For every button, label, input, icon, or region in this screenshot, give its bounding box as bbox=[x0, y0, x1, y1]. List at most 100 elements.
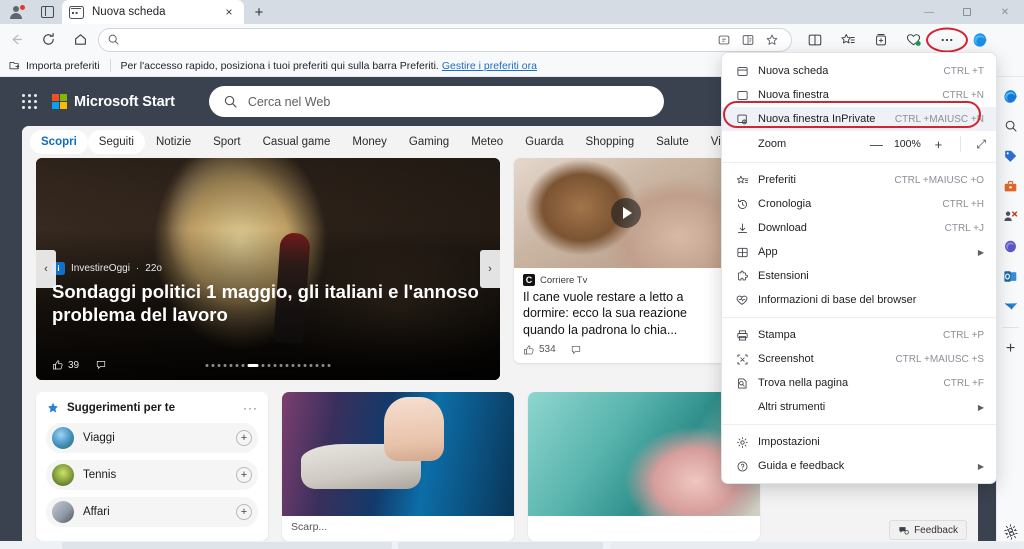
tab-notizie[interactable]: Notizie bbox=[145, 130, 202, 154]
manage-favorites-link[interactable]: Gestire i preferiti ora bbox=[442, 60, 537, 72]
menu-item-history[interactable]: Cronologia CTRL +H bbox=[722, 192, 996, 216]
feedback-button[interactable]: Feedback bbox=[889, 520, 967, 540]
thumbs-up-icon bbox=[523, 344, 535, 356]
web-search-box[interactable]: Cerca nel Web bbox=[209, 86, 664, 117]
split-view-button[interactable] bbox=[737, 30, 759, 50]
video-thumbnail[interactable] bbox=[514, 158, 738, 268]
video-card-body: C Corriere Tv Il cane vuole restare a le… bbox=[514, 268, 738, 363]
favorites-button[interactable] bbox=[831, 26, 864, 54]
tab-meteo[interactable]: Meteo bbox=[460, 130, 514, 154]
back-button[interactable] bbox=[0, 26, 32, 54]
sidebar-item-games[interactable] bbox=[997, 291, 1024, 321]
import-favorites-button[interactable]: Importa preferiti bbox=[8, 59, 100, 72]
menu-item-new-inprivate-window[interactable]: Nuova finestra InPrivate CTRL +MAIUSC +N bbox=[722, 107, 996, 131]
menu-item-browser-essentials[interactable]: Informazioni di base del browser bbox=[722, 288, 996, 312]
copilot-toolbar-button[interactable] bbox=[963, 26, 996, 54]
menu-item-new-window[interactable]: Nuova finestra CTRL +N bbox=[722, 83, 996, 107]
web-search-input[interactable]: Cerca nel Web bbox=[248, 95, 330, 109]
video-like-button[interactable]: 534 bbox=[523, 344, 556, 356]
tab-gaming[interactable]: Gaming bbox=[398, 130, 460, 154]
navigation-toolbar bbox=[0, 24, 1024, 55]
add-suggestion-button[interactable]: + bbox=[236, 504, 252, 520]
shopping-ad-card[interactable]: Scarp... bbox=[282, 392, 514, 541]
browser-tab[interactable]: Nuova scheda × bbox=[62, 0, 244, 24]
home-button[interactable] bbox=[64, 26, 96, 54]
list-item[interactable]: Affari + bbox=[46, 497, 258, 527]
browser-essentials-button[interactable] bbox=[897, 26, 930, 54]
menu-item-more-tools[interactable]: Altri strumenti ▶ bbox=[722, 395, 996, 419]
tab-sport[interactable]: Sport bbox=[202, 130, 252, 154]
tab-scopri[interactable]: Scopri bbox=[30, 130, 88, 154]
add-suggestion-button[interactable]: + bbox=[236, 430, 252, 446]
restore-button[interactable] bbox=[948, 0, 986, 24]
menu-item-help-feedback[interactable]: Guida e feedback ▶ bbox=[722, 454, 996, 478]
menu-item-label: Screenshot bbox=[752, 353, 895, 365]
tab-search-button[interactable] bbox=[32, 0, 62, 24]
avatar bbox=[52, 501, 74, 523]
settings-and-more-button[interactable] bbox=[930, 26, 963, 54]
sidebar-add-button[interactable]: + bbox=[997, 334, 1024, 364]
taskbar-window-3 bbox=[610, 542, 1024, 549]
menu-item-downloads[interactable]: Download CTRL +J bbox=[722, 216, 996, 240]
add-suggestion-button[interactable]: + bbox=[236, 467, 252, 483]
hero-like-button[interactable]: 39 bbox=[52, 359, 79, 371]
suggestions-more-button[interactable]: ··· bbox=[243, 401, 258, 415]
close-tab-button[interactable]: × bbox=[221, 4, 237, 20]
profile-button[interactable] bbox=[0, 0, 32, 24]
back-arrow-icon bbox=[9, 32, 24, 47]
video-comment-button[interactable] bbox=[570, 344, 582, 356]
add-favorite-button[interactable] bbox=[761, 30, 783, 50]
print-icon bbox=[732, 329, 752, 342]
hero-next-button[interactable]: › bbox=[480, 250, 500, 288]
menu-item-print[interactable]: Stampa CTRL +P bbox=[722, 323, 996, 347]
tab-salute[interactable]: Salute bbox=[645, 130, 700, 154]
hero-headline[interactable]: Sondaggi politici 1 maggio, gli italiani… bbox=[52, 280, 482, 326]
sidebar-item-copilot[interactable] bbox=[997, 81, 1024, 111]
tab-guarda[interactable]: Guarda bbox=[514, 130, 574, 154]
hero-article-card[interactable]: i InvestireOggi · 22o Sondaggi politici … bbox=[36, 158, 500, 380]
zoom-in-button[interactable]: + bbox=[931, 138, 945, 151]
menu-item-settings[interactable]: Impostazioni bbox=[722, 430, 996, 454]
tab-shopping[interactable]: Shopping bbox=[575, 130, 646, 154]
hero-comment-button[interactable] bbox=[95, 359, 107, 371]
collections-button[interactable] bbox=[864, 26, 897, 54]
menu-item-label: Impostazioni bbox=[752, 436, 984, 448]
sidebar-item-search[interactable] bbox=[997, 111, 1024, 141]
hero-carousel-dots[interactable] bbox=[200, 361, 337, 370]
menu-item-apps[interactable]: App ▶ bbox=[722, 240, 996, 264]
minimize-button[interactable]: — bbox=[910, 0, 948, 24]
read-aloud-button[interactable] bbox=[713, 30, 735, 50]
divider bbox=[722, 162, 996, 163]
sidebar-item-shopping[interactable] bbox=[997, 141, 1024, 171]
sidebar-item-contacts[interactable] bbox=[997, 201, 1024, 231]
hero-prev-button[interactable]: ‹ bbox=[36, 250, 56, 288]
refresh-button[interactable] bbox=[32, 26, 64, 54]
app-launcher-icon[interactable] bbox=[22, 94, 38, 110]
tab-money[interactable]: Money bbox=[341, 130, 398, 154]
video-article-card[interactable]: C Corriere Tv Il cane vuole restare a le… bbox=[514, 158, 738, 363]
fullscreen-button[interactable]: ⤢ bbox=[976, 137, 986, 152]
menu-item-find-in-page[interactable]: Trova nella pagina CTRL +F bbox=[722, 371, 996, 395]
menu-item-new-tab[interactable]: Nuova scheda CTRL +T bbox=[722, 59, 996, 83]
split-screen-button[interactable] bbox=[798, 26, 831, 54]
menu-item-favorites[interactable]: Preferiti CTRL +MAIUSC +O bbox=[722, 168, 996, 192]
tab-casual-game[interactable]: Casual game bbox=[252, 130, 342, 154]
page-settings-button[interactable] bbox=[1004, 526, 1019, 541]
play-button[interactable] bbox=[611, 198, 641, 228]
new-tab-button[interactable]: + bbox=[244, 0, 274, 24]
address-bar[interactable] bbox=[98, 28, 792, 52]
menu-item-label: Nuova scheda bbox=[752, 65, 944, 77]
sidebar-item-outlook[interactable] bbox=[997, 261, 1024, 291]
menu-item-shortcut: CTRL +T bbox=[944, 66, 984, 77]
zoom-out-button[interactable]: — bbox=[869, 138, 883, 151]
tab-seguiti[interactable]: Seguiti bbox=[88, 130, 145, 154]
menu-item-extensions[interactable]: Estensioni bbox=[722, 264, 996, 288]
video-headline[interactable]: Il cane vuole restare a letto a dormire:… bbox=[523, 289, 729, 338]
list-item[interactable]: Tennis + bbox=[46, 460, 258, 490]
menu-item-screenshot[interactable]: Screenshot CTRL +MAIUSC +S bbox=[722, 347, 996, 371]
favorites-star-list-icon bbox=[840, 32, 856, 48]
close-window-button[interactable]: ✕ bbox=[986, 0, 1024, 24]
list-item[interactable]: Viaggi + bbox=[46, 423, 258, 453]
sidebar-item-tools[interactable] bbox=[997, 171, 1024, 201]
sidebar-item-office[interactable] bbox=[997, 231, 1024, 261]
